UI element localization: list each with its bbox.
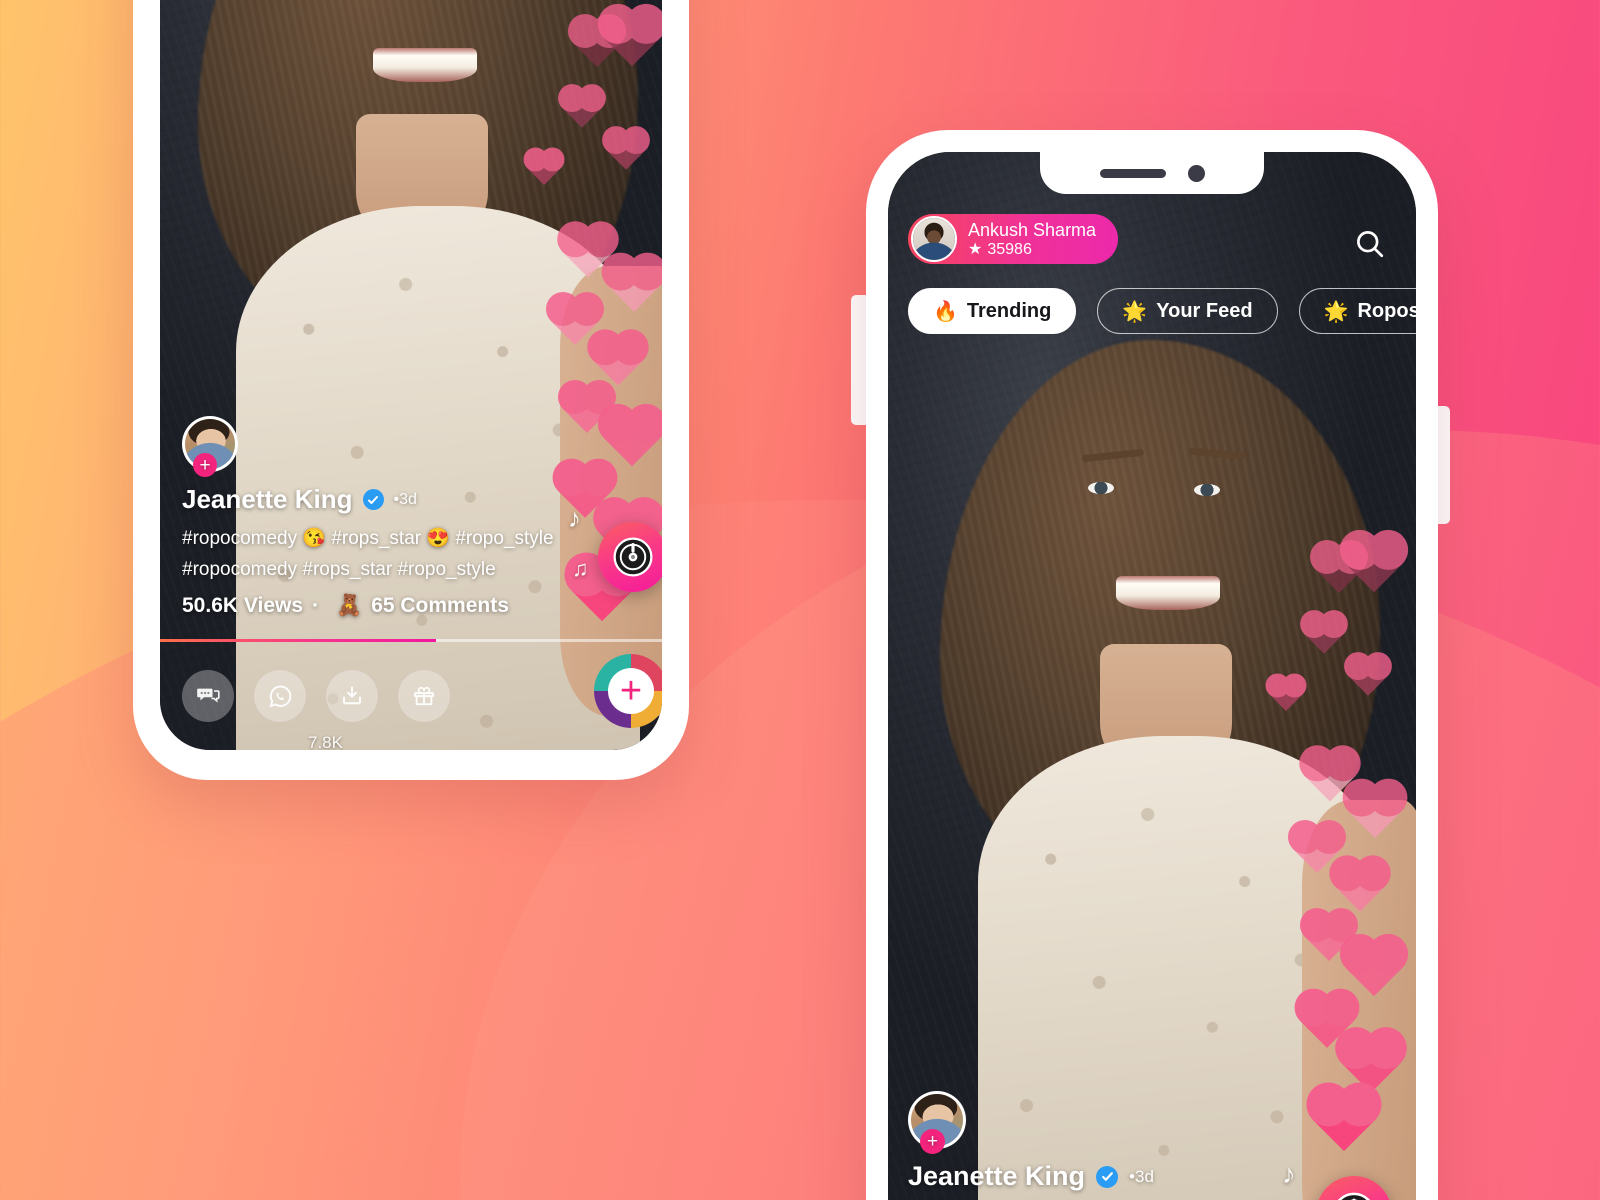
- download-count: 7.8K: [308, 733, 343, 750]
- tab-your-feed-label: Your Feed: [1156, 299, 1253, 322]
- feed-tabs: 🔥 Trending 🌟 Your Feed 🌟 Roposo Star: [908, 288, 1416, 334]
- music-notes-icon: ♫: [572, 556, 589, 581]
- music-note-icon: ♪: [1282, 1159, 1296, 1189]
- search-icon: [1357, 231, 1384, 258]
- subject-mouth: [1116, 576, 1220, 610]
- user-avatar[interactable]: [911, 216, 957, 262]
- user-score: 35986: [987, 240, 1032, 258]
- gift-button[interactable]: [398, 670, 450, 722]
- music-note-icon: ♪: [568, 503, 581, 533]
- star-burst-icon: 🌟: [1323, 300, 1349, 323]
- user-name: Ankush Sharma: [968, 219, 1097, 240]
- whatsapp-share-button[interactable]: [254, 670, 306, 722]
- comment-button[interactable]: [182, 670, 234, 722]
- verified-badge-icon: [1096, 1165, 1119, 1188]
- subject-mouth: [373, 48, 477, 82]
- fire-icon: 🔥: [933, 300, 958, 323]
- author-avatar[interactable]: +: [908, 1091, 966, 1154]
- user-avatar-image: [913, 218, 955, 260]
- create-post-plus-icon: +: [608, 668, 654, 714]
- post-stats-left: 50.6K Views · 🧸 65 Comments: [182, 594, 640, 618]
- tab-roposo-star[interactable]: 🌟 Roposo Star: [1298, 288, 1416, 334]
- user-score-row: ★ 35986: [968, 240, 1096, 259]
- post-caption-right: + Jeanette King •3d #ropocomedy 😘 #rops_…: [908, 1091, 1396, 1200]
- author-name: Jeanette King: [182, 484, 353, 514]
- phone-mockup-right: Ankush Sharma ★ 35986 🔥 Trending 🌟 Your …: [866, 130, 1438, 1200]
- views-count: 50.6K Views: [182, 594, 304, 617]
- stats-separator: ·: [312, 594, 320, 617]
- create-post-button[interactable]: +: [594, 654, 662, 728]
- music-disc-icon: [613, 537, 653, 577]
- tab-your-feed[interactable]: 🌟 Your Feed: [1097, 288, 1278, 334]
- comments-count[interactable]: 65 Comments: [371, 594, 509, 618]
- earpiece-speaker-icon: [1099, 168, 1166, 178]
- download-icon: [343, 686, 361, 705]
- author-avatar[interactable]: +: [182, 416, 238, 477]
- verified-badge-icon: [362, 489, 384, 510]
- video-photo-left[interactable]: [160, 0, 662, 750]
- phone-mockup-left: + Jeanette King •3d #ropocomedy 😘 #rops_…: [133, 0, 689, 780]
- search-button[interactable]: [1348, 222, 1392, 266]
- whatsapp-icon: [269, 685, 291, 707]
- tab-trending-label: Trending: [966, 299, 1052, 322]
- phone-notch: [1040, 152, 1264, 194]
- comment-icon: [197, 688, 220, 703]
- video-progress-bar[interactable]: [160, 639, 662, 642]
- phone-screen-left: + Jeanette King •3d #ropocomedy 😘 #rops_…: [160, 0, 662, 750]
- follow-plus-icon[interactable]: +: [920, 1129, 945, 1154]
- bottom-action-bar: [182, 670, 450, 722]
- tab-trending[interactable]: 🔥 Trending: [908, 288, 1077, 334]
- subject-eye-right: [1194, 484, 1220, 496]
- follow-plus-icon[interactable]: +: [193, 453, 217, 477]
- post-time: •3d: [1129, 1166, 1154, 1186]
- front-camera-icon: [1187, 164, 1205, 182]
- star-sparkle-icon: 🌟: [1122, 300, 1148, 323]
- comments-emoji-icon: 🧸: [336, 594, 363, 617]
- subject-eye-left: [1088, 482, 1114, 494]
- video-progress-fill: [160, 639, 437, 642]
- phone-screen-right: Ankush Sharma ★ 35986 🔥 Trending 🌟 Your …: [888, 152, 1416, 1200]
- download-button[interactable]: [326, 670, 378, 722]
- author-name-row: Jeanette King •3d: [908, 1161, 1396, 1192]
- gift-icon: [413, 686, 435, 706]
- tab-roposo-star-label: Roposo Star: [1357, 299, 1416, 322]
- author-name: Jeanette King: [908, 1161, 1086, 1191]
- user-profile-badge[interactable]: Ankush Sharma ★ 35986: [908, 214, 1119, 264]
- star-icon: ★: [968, 240, 983, 258]
- music-disc-button[interactable]: [598, 522, 662, 592]
- music-disc-icon: [1337, 1192, 1371, 1200]
- post-time: •3d: [393, 490, 417, 508]
